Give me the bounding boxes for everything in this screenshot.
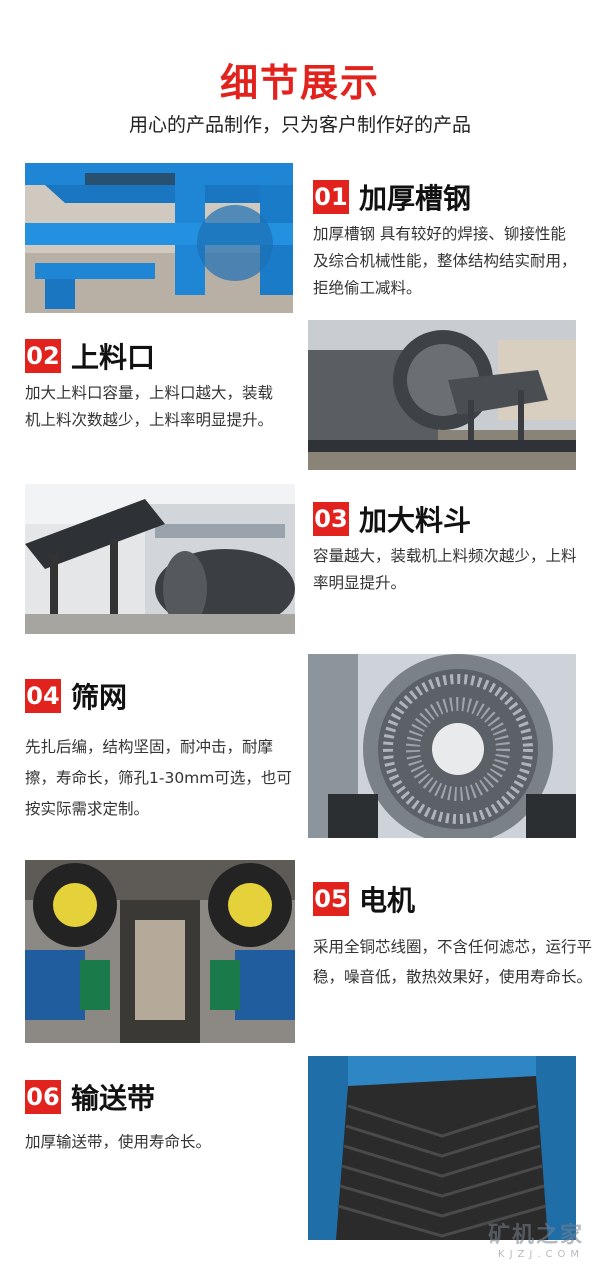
motor-photo [25,860,295,1043]
item-02-number: 02 [25,339,61,373]
screen-drum-photo [308,654,576,838]
item-04-heading: 04 筛网 [25,676,127,716]
item-01-description: 加厚槽钢 具有较好的焊接、铆接性能及综合机械性能，整体结构结实耐用，拒绝偷工减料… [313,225,577,297]
item-04-title: 筛网 [71,681,128,714]
item-03-heading: 03 加大料斗 [313,499,471,539]
item-05-heading: 05 电机 [313,879,415,919]
page-title: 细节展示 [219,61,380,105]
item-06-heading: 06 输送带 [25,1077,155,1117]
item-01-number: 01 [313,180,349,214]
item-05-number: 05 [313,882,349,916]
hopper-photo [25,484,295,634]
item-03-description: 容量越大，装载机上料频次越少，上料率明显提升。 [313,547,577,592]
watermark-line2: KJZJ.COM [498,1249,584,1260]
blue-steel-frame-photo [25,163,293,313]
conveyor-belt-photo [308,1056,576,1240]
item-02-title: 上料口 [71,341,156,374]
item-03-title: 加大料斗 [359,504,472,537]
item-02-description: 加大上料口容量，上料口越大，装载机上料次数越少，上料率明显提升。 [25,384,274,429]
watermark: 矿机之家 KJZJ.COM [488,1217,584,1260]
page-subtitle: 用心的产品制作，只为客户制作好的产品 [128,114,471,136]
item-06-description: 加厚输送带，使用寿命长。 [25,1133,212,1151]
watermark-line1: 矿机之家 [487,1223,584,1248]
item-06-number: 06 [25,1080,61,1114]
item-02-heading: 02 上料口 [25,336,155,376]
item-05-title: 电机 [359,884,416,917]
item-04-number: 04 [25,679,61,713]
item-01-title: 加厚槽钢 [359,182,472,215]
feed-inlet-photo [308,320,576,470]
item-01-heading: 01 加厚槽钢 [313,177,471,217]
item-04-description: 先扎后编，结构坚固，耐冲击，耐摩擦，寿命长，筛孔1-30mm可选，也可按实际需求… [25,738,292,818]
item-05-description: 采用全铜芯线圈，不含任何滤芯，运行平稳，噪音低，散热效果好，使用寿命长。 [313,938,593,986]
item-03-number: 03 [313,502,349,536]
item-06-title: 输送带 [71,1082,156,1115]
